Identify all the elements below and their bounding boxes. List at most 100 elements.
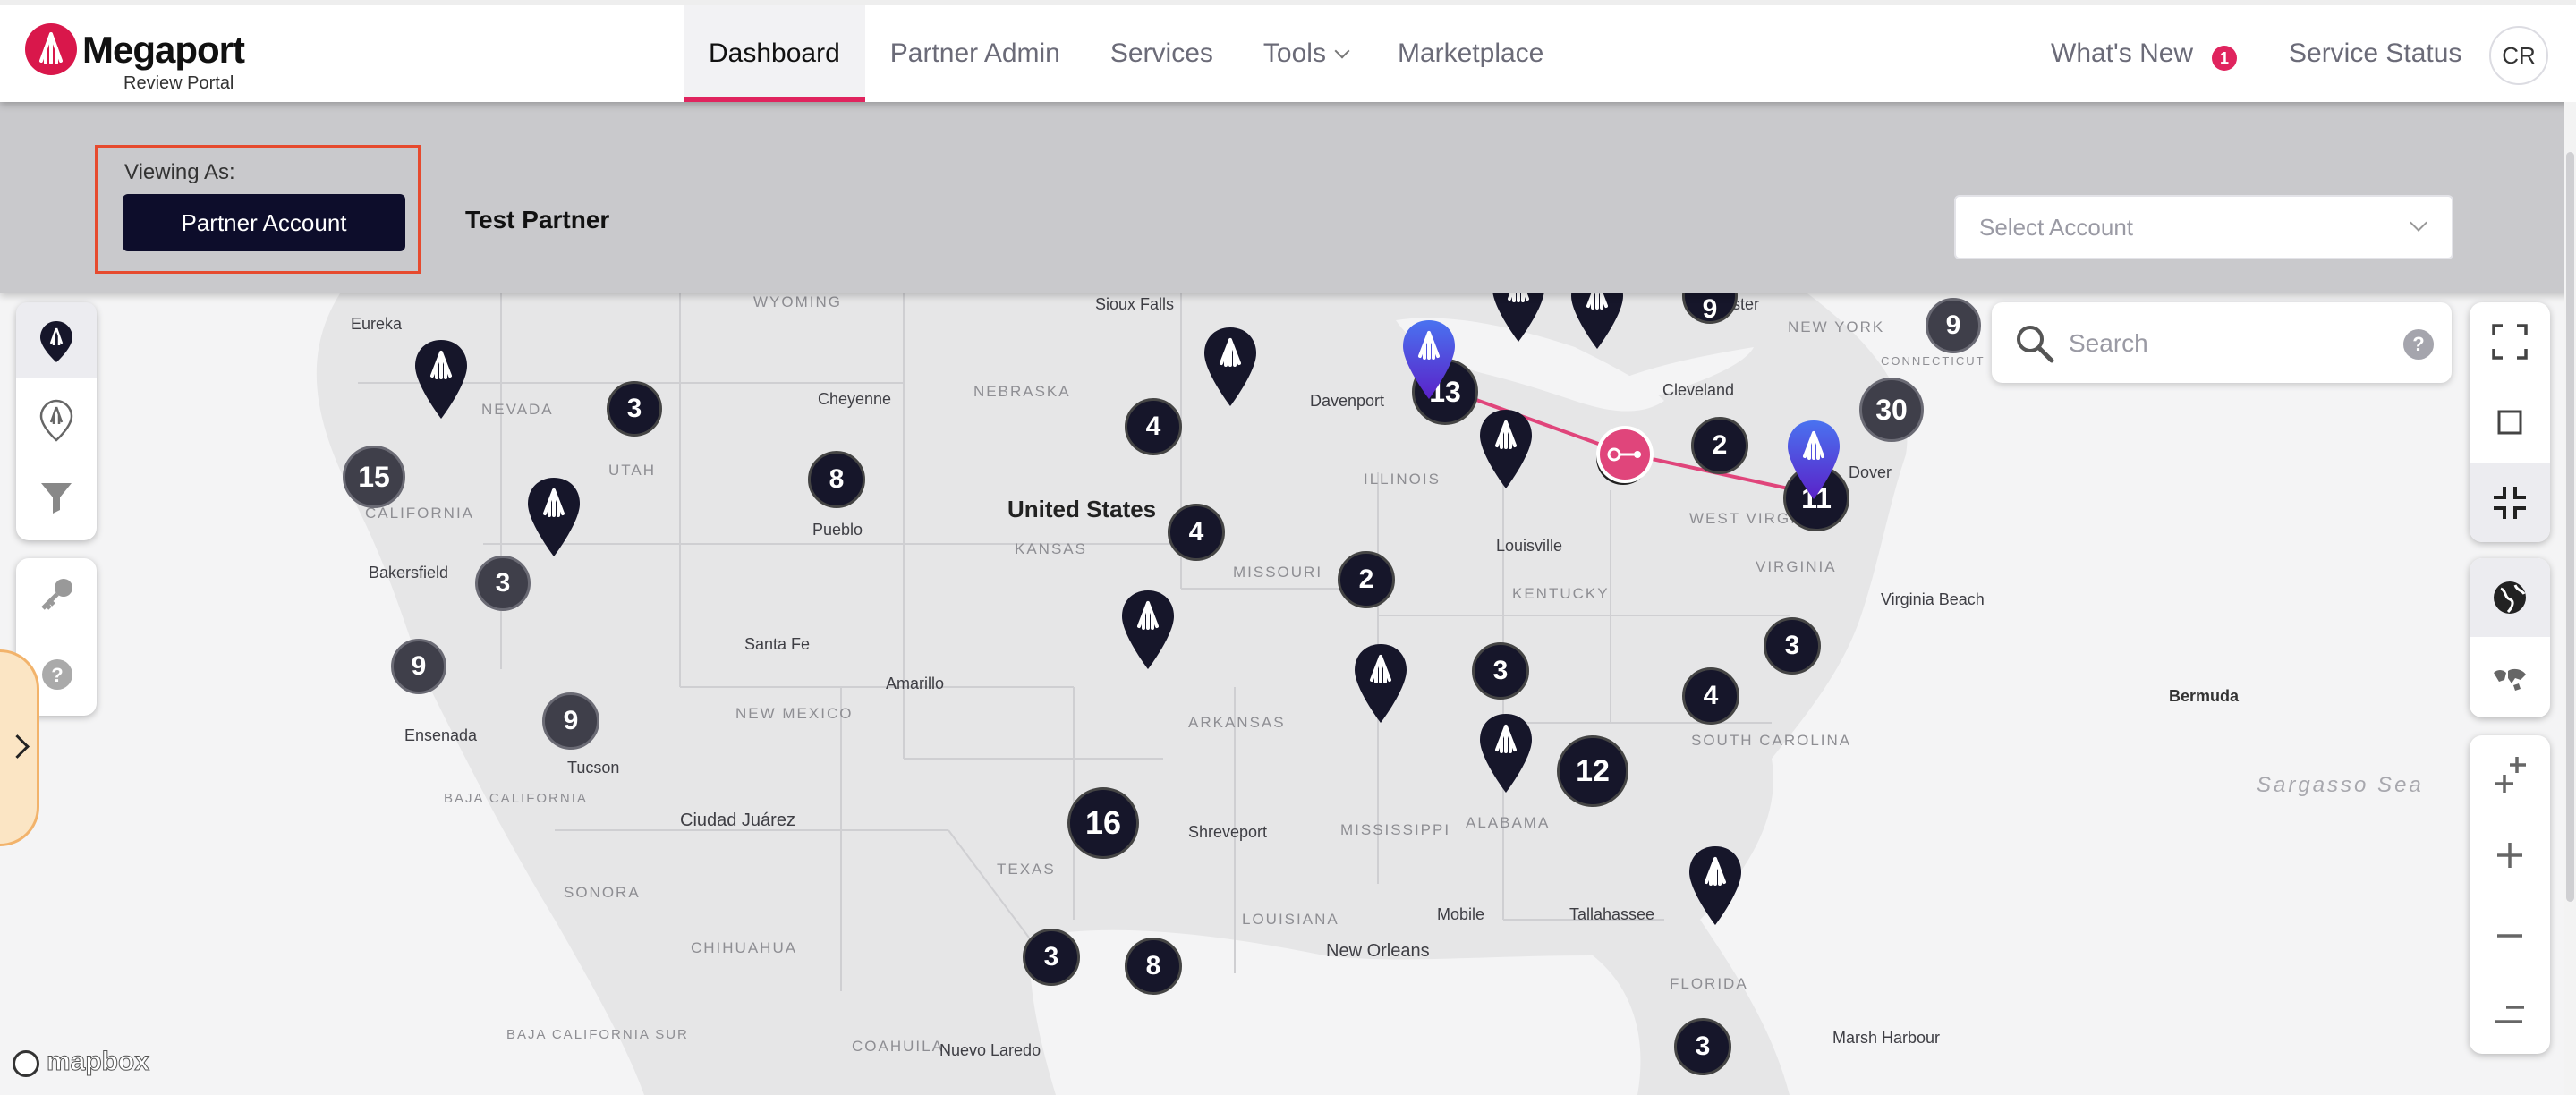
location-cluster[interactable]: 3 [1764, 617, 1821, 675]
map-label-city: Eureka [351, 315, 403, 333]
select-account-placeholder: Select Account [1979, 214, 2133, 241]
map-label-state: SOUTH CAROLINA [1691, 732, 1852, 749]
location-cluster[interactable]: 15 [343, 446, 405, 508]
selected-location-pin[interactable] [1786, 419, 1841, 501]
map-label-sea: Sargasso Sea [2257, 773, 2424, 797]
expand-sidebar-tab[interactable] [0, 649, 39, 846]
portal-name: Review Portal [123, 73, 234, 93]
search-help-icon[interactable]: ? [2403, 329, 2434, 360]
megaport-location-pin[interactable] [1353, 642, 1408, 725]
zoom-in-extra-button[interactable] [2470, 735, 2550, 814]
map-label-city: Tallahassee [1569, 905, 1655, 923]
service-status-link[interactable]: Service Status [2289, 5, 2461, 102]
partner-account-button[interactable]: Partner Account [123, 194, 405, 251]
nav-tools-label: Tools [1262, 38, 1326, 68]
map-label-state: CONNECTICUT [1881, 354, 1985, 368]
map-label-city: Cheyenne [818, 390, 892, 408]
map-label-state: ILLINOIS [1364, 471, 1441, 488]
location-cluster[interactable]: 3 [1023, 929, 1080, 986]
filter-icon [41, 483, 72, 514]
map-style-toolbar [2470, 558, 2550, 717]
megaport-location-pin[interactable] [526, 476, 582, 558]
map-label-city: Nuevo Laredo [939, 1041, 1041, 1059]
location-cluster[interactable]: 30 [1859, 378, 1924, 442]
megaport-location-pin[interactable] [1569, 293, 1625, 351]
collapse-button[interactable] [2470, 463, 2550, 542]
location-cluster[interactable]: 2 [1691, 417, 1748, 474]
location-cluster[interactable]: 4 [1168, 504, 1225, 561]
map-label-state: LOUISIANA [1242, 911, 1339, 928]
nav-tools[interactable]: Tools [1238, 5, 1373, 102]
location-cluster[interactable]: 9 [1926, 298, 1981, 353]
globe-view-button[interactable] [2470, 558, 2550, 637]
map-label-state: BAJA CALIFORNIA [444, 791, 588, 806]
map-label-state: NEW YORK [1788, 318, 1885, 335]
partner-location-icon [39, 399, 73, 442]
map-label-state: KENTUCKY [1512, 585, 1610, 602]
location-cluster[interactable]: 9 [542, 692, 599, 750]
zoom-out-extra-icon [2495, 1006, 2524, 1023]
location-cluster[interactable]: 3 [1674, 1018, 1731, 1075]
map-label-state: BAJA CALIFORNIA SUR [506, 1027, 689, 1042]
nav-dashboard[interactable]: Dashboard [684, 5, 865, 102]
megaport-location-pin[interactable] [413, 338, 469, 420]
whats-new-link[interactable]: What's New [2051, 5, 2193, 102]
view-toolbar [2470, 302, 2550, 542]
map-label-city: Shreveport [1188, 823, 1268, 841]
location-cluster[interactable]: 8 [1125, 938, 1182, 995]
map-search-input[interactable] [2067, 318, 2366, 369]
filter-button[interactable] [16, 462, 97, 537]
map-label-state: CHIHUAHUA [691, 939, 798, 956]
location-cluster[interactable]: 3 [1472, 642, 1529, 700]
zoom-in-extra-icon [2495, 757, 2526, 793]
partner-locations-toggle[interactable] [16, 381, 97, 456]
map-label-city: Virginia Beach [1881, 590, 1985, 608]
main-nav: Dashboard Partner Admin Services Tools M… [684, 5, 1569, 102]
partner-name: Test Partner [465, 206, 610, 233]
location-cluster[interactable]: 3 [607, 381, 662, 437]
megaport-logo[interactable]: Megaport Review Portal [25, 23, 258, 95]
location-cluster[interactable]: 4 [1125, 398, 1182, 455]
mapbox-attribution-text: mapbox [46, 1047, 150, 1077]
square-view-button[interactable] [2470, 383, 2550, 462]
megaport-location-pin[interactable] [1688, 845, 1743, 927]
map-label-state: KANSAS [1015, 540, 1087, 557]
megaport-location-pin[interactable] [1478, 712, 1534, 794]
nav-marketplace[interactable]: Marketplace [1373, 5, 1569, 102]
megaport-location-pin[interactable] [1478, 408, 1534, 490]
zoom-in-button[interactable] [2470, 816, 2550, 895]
location-cluster[interactable]: 9 [391, 639, 446, 694]
map-filter-toolbar [16, 302, 97, 540]
megaport-location-pin[interactable] [1491, 293, 1546, 344]
map-label-city: Marsh Harbour [1832, 1029, 1941, 1047]
selected-location-pin[interactable] [1401, 318, 1457, 401]
select-account-dropdown[interactable]: Select Account [1954, 195, 2453, 259]
nav-partner-admin[interactable]: Partner Admin [865, 5, 1085, 102]
connection-node-icon[interactable] [1593, 422, 1664, 494]
map-label-city: Cleveland [1662, 381, 1735, 399]
megaport-location-pin[interactable] [1203, 326, 1258, 408]
megaport-location-pin[interactable] [1120, 589, 1176, 671]
top-navigation-bar: Megaport Review Portal Dashboard Partner… [0, 0, 2576, 102]
map-label-state: VIRGINIA [1756, 558, 1837, 575]
location-cluster[interactable]: 8 [808, 451, 865, 508]
nav-services[interactable]: Services [1085, 5, 1238, 102]
location-cluster[interactable]: 3 [475, 556, 531, 611]
location-cluster[interactable]: 12 [1557, 735, 1628, 807]
location-cluster[interactable]: 16 [1067, 787, 1139, 859]
megaport-locations-toggle[interactable] [16, 302, 97, 378]
chevron-right-icon [5, 734, 30, 759]
location-cluster[interactable]: 2 [1338, 551, 1395, 608]
flat-map-button[interactable] [2470, 639, 2550, 717]
network-map[interactable]: United States WYOMING NEBRASKA NEVADA UT… [0, 293, 2576, 1095]
page-scrollbar-thumb[interactable] [2566, 152, 2574, 902]
fullscreen-button[interactable] [2470, 302, 2550, 381]
key-button[interactable] [16, 558, 97, 633]
map-label-city: New Orleans [1326, 941, 1430, 961]
zoom-out-button[interactable] [2470, 896, 2550, 975]
user-avatar[interactable]: CR [2489, 26, 2548, 85]
zoom-out-extra-button[interactable] [2470, 975, 2550, 1054]
globe-icon [2494, 581, 2526, 614]
map-label-state: UTAH [608, 462, 657, 479]
location-cluster[interactable]: 4 [1682, 667, 1739, 725]
